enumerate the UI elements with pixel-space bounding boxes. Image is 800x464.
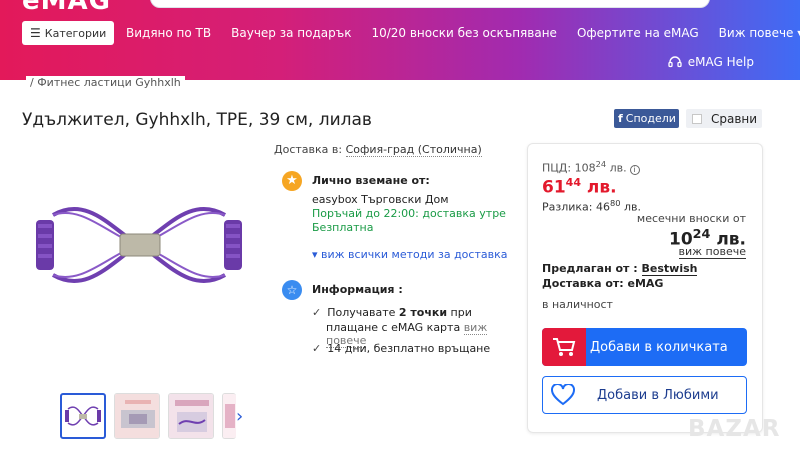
heart-icon xyxy=(543,384,583,406)
top-navigation-bar: eMAG ☰ Категории Видяно по ТВ Ваучер за … xyxy=(0,0,800,80)
main-nav: ☰ Категории Видяно по ТВ Ваучер за подар… xyxy=(22,20,800,46)
seller-label: Предлаган от : xyxy=(542,262,642,275)
reference-price-cents: 24 xyxy=(595,159,607,169)
installments-more-link[interactable]: виж повече xyxy=(678,245,746,259)
share-button[interactable]: f Сподели xyxy=(614,109,679,128)
thumbnail-4[interactable] xyxy=(222,393,236,439)
delivery-section: Доставка в: София-град (Столична) ★ Личн… xyxy=(274,143,514,355)
thumbnail-4-image xyxy=(223,394,236,438)
info-title: Информация : xyxy=(312,283,403,296)
add-to-cart-label: Добави в количката xyxy=(590,339,728,355)
thumbnail-2[interactable] xyxy=(114,393,160,439)
delivery-location: Доставка в: София-град (Столична) xyxy=(274,143,514,157)
search-input[interactable] xyxy=(150,0,710,8)
thumbnail-1-image xyxy=(65,406,101,426)
price-box: ПЦД: 10824 лв. i 6144 лв. Разлика: 4680 л… xyxy=(527,143,763,433)
seller-link[interactable]: Bestwish xyxy=(641,262,698,276)
compare-label: Сравни xyxy=(711,111,758,126)
delivered-by: Доставка от: eMAG xyxy=(542,277,664,290)
categories-button[interactable]: ☰ Категории xyxy=(22,21,114,45)
thumbnail-1[interactable] xyxy=(60,393,106,439)
thumbnail-3-image xyxy=(169,394,213,438)
reference-price: ПЦД: 10824 лв. i xyxy=(542,159,640,175)
help-link[interactable]: eMAG Help xyxy=(668,55,754,69)
thumbnail-3[interactable] xyxy=(168,393,214,439)
current-price: 6144 лв. xyxy=(542,176,617,198)
all-delivery-methods-link[interactable]: ▾ виж всички методи за доставка xyxy=(312,248,507,261)
seller-info: Предлаган от : Bestwish xyxy=(542,262,698,276)
monthly-cents: 24 xyxy=(692,227,711,242)
pickup-title: Лично вземане от: xyxy=(312,174,430,187)
share-label: Сподели xyxy=(625,112,676,125)
info-points: ✓ Получавате 2 точки при xyxy=(312,306,472,319)
page-title: Удължител, Gyhhxlh, TPE, 39 см, лилав xyxy=(22,110,372,130)
add-to-cart-button[interactable]: Добави в количката xyxy=(542,328,747,366)
info-return-text: 14 дни, безплатно връщане xyxy=(327,342,491,355)
pickup-order-deadline: Поръчай до 22:00: доставка утре xyxy=(312,207,506,220)
cart-icon xyxy=(542,328,586,366)
compare-button[interactable]: Сравни xyxy=(686,109,762,128)
page: eMAG ☰ Категории Видяно по ТВ Ваучер за … xyxy=(0,0,800,464)
menu-icon: ☰ xyxy=(30,26,41,40)
pickup-price: Безплатна xyxy=(312,221,374,234)
facebook-icon: f xyxy=(618,112,623,125)
chevron-right-icon[interactable]: › xyxy=(236,406,243,427)
delivery-label: Доставка в: xyxy=(274,143,343,156)
info-star-icon: ☆ xyxy=(282,280,302,300)
star-icon: ★ xyxy=(282,171,302,191)
current-price-cents: 44 xyxy=(565,176,581,189)
current-price-currency: лв. xyxy=(580,177,617,198)
current-price-main: 61 xyxy=(542,177,566,198)
installments-label: месечни вноски от xyxy=(636,212,746,225)
checkmark-icon: ✓ xyxy=(312,342,322,355)
nav-item-offers[interactable]: Офертите на eMAG xyxy=(577,26,699,40)
info-card-text: плащане с eMAG карта xyxy=(326,321,464,334)
breadcrumb[interactable]: / Фитнес ластици Gyhhxlh xyxy=(26,76,185,89)
price-difference-cents: 80 xyxy=(610,198,621,208)
product-image[interactable] xyxy=(28,190,250,300)
compare-checkbox[interactable] xyxy=(692,113,702,124)
price-difference-main: Разлика: 46 xyxy=(542,200,610,214)
nav-item-tv[interactable]: Видяно по ТВ xyxy=(126,26,211,40)
thumbnail-gallery xyxy=(60,393,244,439)
categories-label: Категории xyxy=(44,26,107,40)
add-to-favorites-button[interactable]: Добави в Любими xyxy=(542,376,747,414)
headset-icon xyxy=(668,56,682,68)
pickup-location: easybox Търговски Дом xyxy=(312,193,449,206)
bazar-watermark: BAZAR xyxy=(688,416,781,442)
thumbnail-2-image xyxy=(115,394,159,438)
nav-item-voucher[interactable]: Ваучер за подарък xyxy=(231,26,351,40)
reference-price-main: ПЦД: 108 xyxy=(542,161,596,175)
emag-logo[interactable]: eMAG xyxy=(22,0,111,16)
info-points-value: 2 точки xyxy=(398,306,448,319)
checkmark-icon: ✓ xyxy=(312,306,322,319)
info-points-text-c: при xyxy=(447,306,472,319)
info-icon[interactable]: i xyxy=(629,164,640,175)
nav-item-more[interactable]: Виж повече ▾ xyxy=(719,26,800,40)
info-return: ✓ 14 дни, безплатно връщане xyxy=(312,342,490,355)
stock-status: в наличност xyxy=(542,298,613,311)
delivery-location-link[interactable]: София-град (Столична) xyxy=(345,143,482,157)
reference-price-currency: лв. xyxy=(606,161,627,175)
add-to-favorites-label: Добави в Любими xyxy=(597,387,719,403)
nav-item-installments[interactable]: 10/20 вноски без оскъпяване xyxy=(371,26,556,40)
info-points-text-a: Получавате xyxy=(327,306,399,319)
price-difference: Разлика: 4680 лв. xyxy=(542,198,641,214)
help-label: eMAG Help xyxy=(687,55,754,69)
